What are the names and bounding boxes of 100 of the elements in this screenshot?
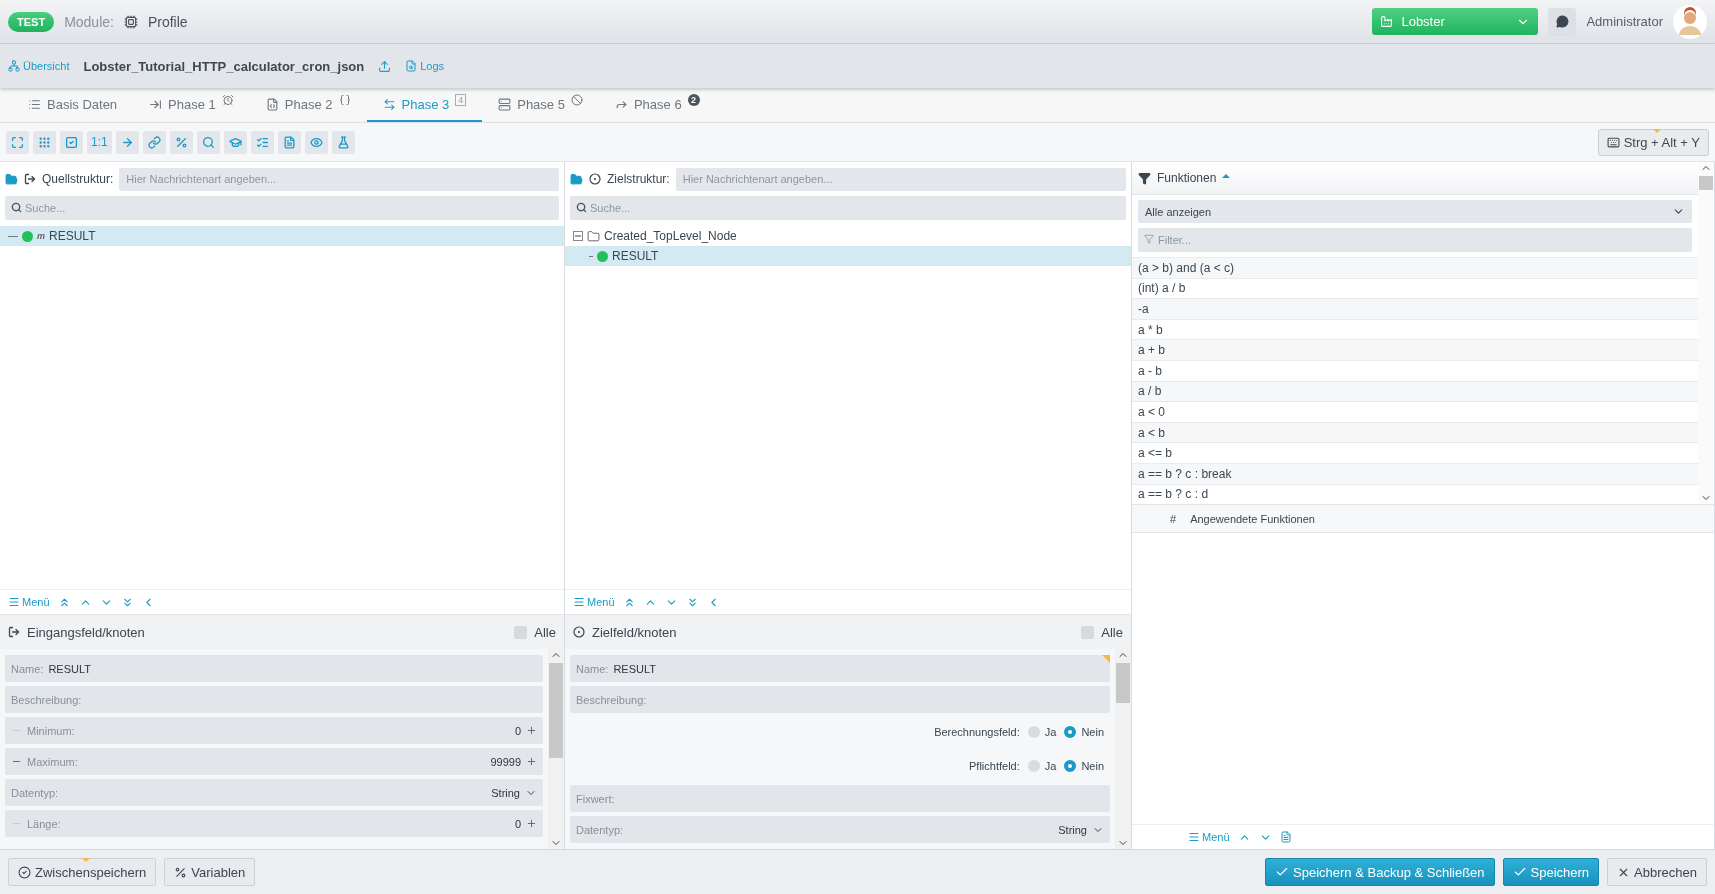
phase-tab[interactable]: Basis Daten bbox=[12, 88, 134, 122]
count-badge: 2 bbox=[687, 94, 700, 106]
plus-icon[interactable] bbox=[526, 725, 537, 736]
scrollbar[interactable] bbox=[548, 649, 564, 849]
tree-row[interactable]: Created_TopLevel_Node bbox=[565, 226, 1131, 246]
toolbar-button[interactable] bbox=[33, 130, 56, 154]
sign-out-icon bbox=[8, 626, 20, 638]
number-field[interactable]: Maximum: 99999 bbox=[5, 748, 543, 775]
scrollbar-thumb[interactable] bbox=[1699, 176, 1713, 190]
filter-icon bbox=[1144, 234, 1154, 244]
text-field[interactable]: Name: RESULT bbox=[5, 655, 543, 682]
search-icon bbox=[11, 202, 22, 213]
fullscreen-icon bbox=[11, 135, 24, 149]
folder-icon[interactable] bbox=[5, 172, 18, 186]
panel-title[interactable]: Funktionen bbox=[1157, 171, 1217, 185]
radio-option[interactable]: Ja bbox=[1027, 726, 1057, 738]
module-name: Profile bbox=[147, 13, 188, 30]
keyboard-icon bbox=[1606, 135, 1620, 149]
target-icon bbox=[589, 173, 601, 185]
menu-icon bbox=[8, 596, 20, 608]
select-field[interactable]: Datentyp: String bbox=[570, 816, 1110, 843]
folder-icon bbox=[587, 229, 600, 243]
scrollbar-thumb[interactable] bbox=[549, 663, 563, 758]
file-code-icon bbox=[265, 97, 279, 111]
count-badge: 4 bbox=[455, 94, 467, 106]
list-icon bbox=[255, 135, 269, 149]
toolbar-button[interactable] bbox=[115, 130, 139, 154]
function-item[interactable]: a / b bbox=[1132, 380, 1698, 402]
toolbar-button[interactable] bbox=[169, 130, 193, 154]
collapse-icon[interactable] bbox=[573, 231, 583, 241]
toolbar-button[interactable] bbox=[223, 130, 247, 154]
scrollbar-thumb[interactable] bbox=[1116, 663, 1130, 703]
avatar[interactable] bbox=[1673, 4, 1707, 39]
toolbar-button[interactable] bbox=[142, 130, 166, 154]
scrollbar[interactable] bbox=[1698, 162, 1714, 505]
checkbox-icon bbox=[65, 135, 78, 149]
radio-option[interactable]: Nein bbox=[1064, 726, 1104, 738]
flask-icon bbox=[336, 135, 350, 149]
file-search-icon bbox=[405, 60, 418, 72]
variables-button[interactable]: Variablen bbox=[164, 858, 256, 886]
tab-label: Phase 6 bbox=[633, 96, 682, 112]
message-type-field[interactable]: Hier Nachrichtenart angeben... bbox=[119, 167, 559, 191]
document-icon[interactable] bbox=[1279, 831, 1292, 843]
tree-row[interactable]: RESULT bbox=[565, 246, 1131, 266]
phase-tab[interactable]: Phase 5 bbox=[482, 88, 599, 122]
select-field[interactable]: Datentyp: String bbox=[5, 779, 543, 806]
chip-icon bbox=[123, 14, 138, 29]
upload-icon[interactable] bbox=[378, 59, 392, 73]
checkbox[interactable] bbox=[1081, 625, 1095, 639]
mandatory-marker: m bbox=[37, 231, 45, 241]
number-field[interactable]: Minimum: 0 bbox=[5, 717, 543, 744]
tree-label: Created_TopLevel_Node bbox=[604, 229, 737, 243]
left-right-arrow-icon bbox=[382, 97, 396, 111]
cancel-button[interactable]: Abbrechen bbox=[1607, 858, 1707, 886]
phase-tab[interactable]: Phase 1 bbox=[133, 88, 250, 122]
field-label: Pflichtfeld: bbox=[969, 760, 1020, 772]
checkbox[interactable] bbox=[514, 625, 528, 639]
toolbar-button[interactable] bbox=[331, 130, 355, 154]
folder-icon[interactable] bbox=[570, 172, 583, 186]
help-chat-button[interactable] bbox=[1548, 7, 1577, 36]
radio-option[interactable]: Nein bbox=[1064, 760, 1104, 772]
search-field[interactable]: Suche... bbox=[5, 196, 559, 220]
text-field[interactable]: Name: RESULT bbox=[570, 655, 1110, 682]
plus-icon[interactable] bbox=[526, 756, 537, 767]
tree-label: RESULT bbox=[49, 229, 96, 243]
function-item[interactable]: a == b ? c : break bbox=[1132, 462, 1698, 484]
toolbar-button[interactable] bbox=[277, 130, 301, 154]
message-type-field[interactable]: Hier Nachrichtenart angeben... bbox=[675, 167, 1126, 191]
category-select[interactable]: Alle anzeigen bbox=[1138, 200, 1692, 223]
alarm-clock-icon bbox=[221, 94, 234, 106]
filter-icon bbox=[1138, 171, 1151, 185]
target-icon bbox=[573, 626, 585, 638]
intermediate-save-button[interactable]: Zwischenspeichern bbox=[8, 858, 157, 886]
search-field[interactable]: Suche... bbox=[570, 196, 1126, 220]
phase-tab[interactable]: Phase 6 2 bbox=[598, 88, 716, 122]
phase-tab[interactable]: Phase 2 bbox=[249, 88, 367, 122]
function-item[interactable]: a < b bbox=[1132, 421, 1698, 443]
toolbar-button[interactable] bbox=[304, 130, 328, 154]
graduation-cap-icon bbox=[228, 135, 242, 149]
plus-icon[interactable] bbox=[526, 818, 537, 829]
shortcut-button[interactable]: Strg + Alt + Y bbox=[1597, 128, 1709, 156]
check-icon bbox=[1275, 865, 1290, 879]
number-field[interactable]: Länge: 0 bbox=[5, 810, 543, 837]
column-header: Angewendete Funktionen bbox=[1190, 512, 1315, 525]
search-icon bbox=[201, 135, 215, 149]
toolbar-button[interactable] bbox=[250, 130, 274, 154]
field-dot-icon bbox=[597, 250, 608, 262]
function-item[interactable]: a + b bbox=[1132, 339, 1698, 360]
menu-icon bbox=[573, 596, 585, 608]
user-name[interactable]: Administrator bbox=[1586, 14, 1663, 29]
toolbar-button[interactable] bbox=[6, 130, 29, 154]
tab-label: Phase 1 bbox=[168, 96, 216, 112]
scrollbar[interactable] bbox=[1115, 649, 1131, 849]
function-item[interactable]: (a > b) and (a < c) bbox=[1132, 257, 1698, 278]
filter-field[interactable]: Filter... bbox=[1138, 228, 1692, 252]
toolbar-button[interactable] bbox=[196, 130, 220, 154]
section-title: Zielfeld/knoten bbox=[592, 624, 677, 640]
function-item[interactable]: -a bbox=[1132, 298, 1698, 319]
toolbar-button[interactable] bbox=[60, 130, 83, 154]
radio-option[interactable]: Ja bbox=[1027, 760, 1057, 772]
